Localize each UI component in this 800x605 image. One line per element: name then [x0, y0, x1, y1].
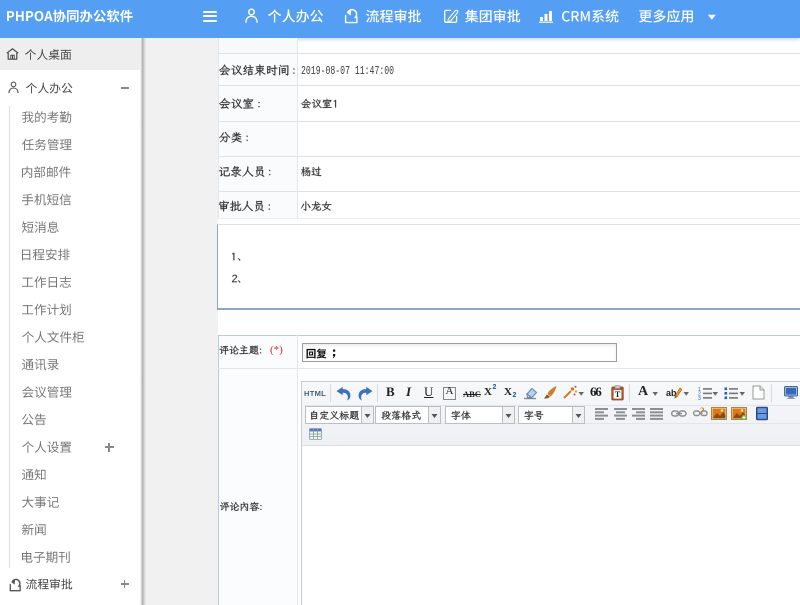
svg-text:T: T — [615, 390, 621, 399]
svg-text:3: 3 — [698, 396, 701, 400]
svg-text:?: ? — [700, 406, 705, 416]
